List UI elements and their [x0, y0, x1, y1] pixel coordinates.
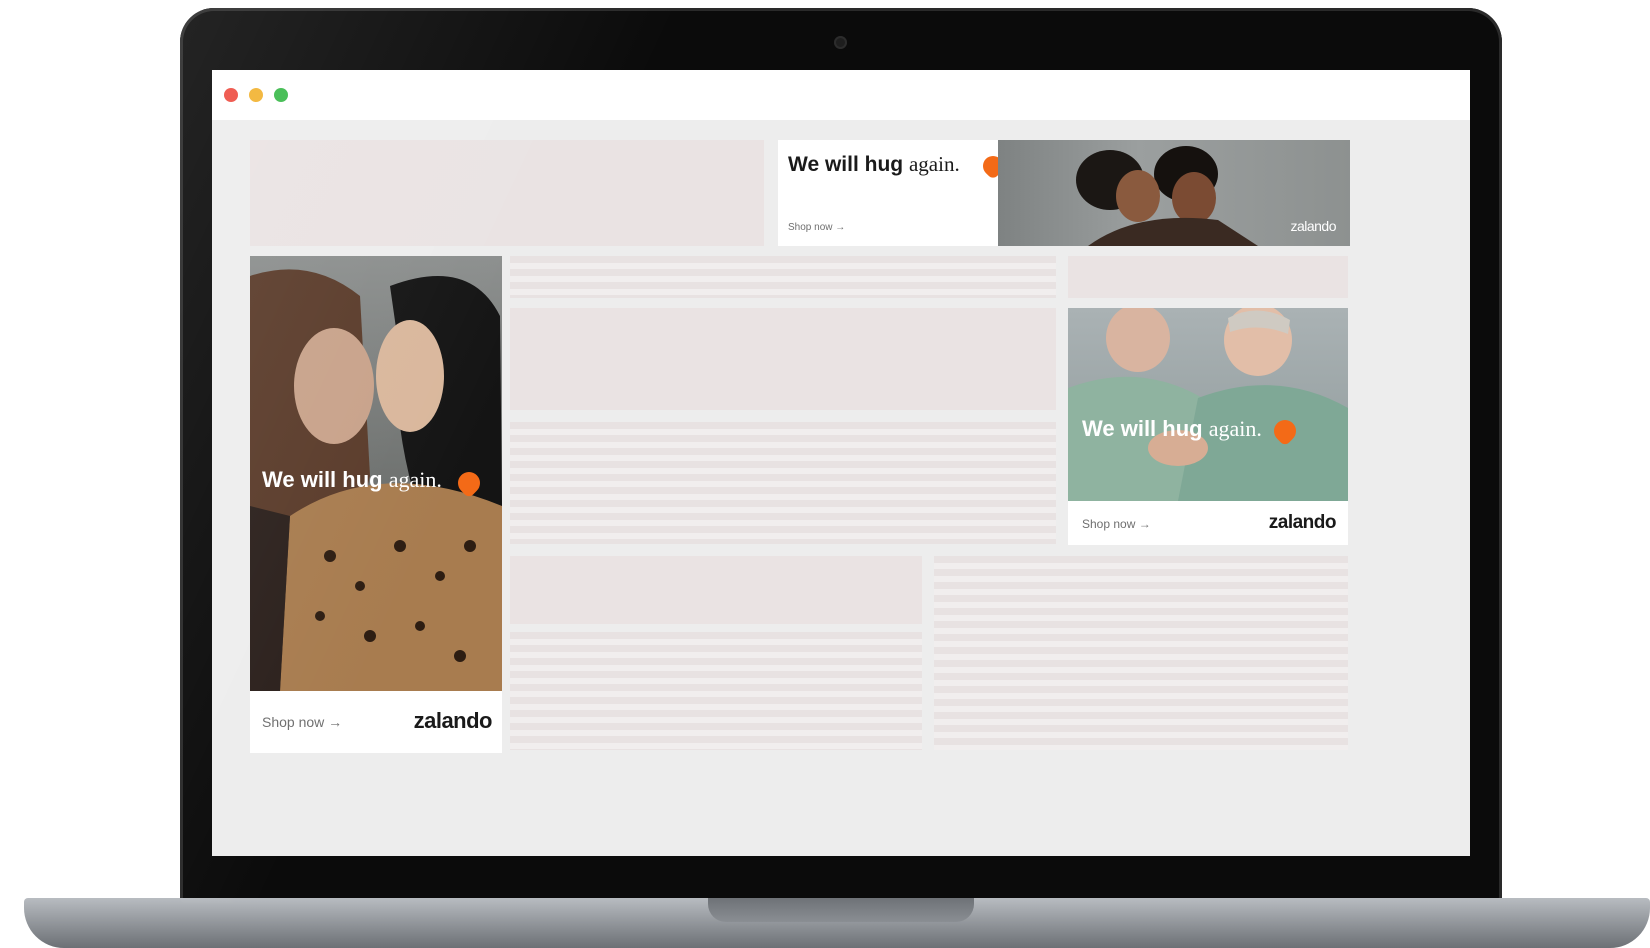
text-placeholder-lines — [934, 556, 1348, 750]
laptop-mockup: We will hug again. Shop now → zalando We… — [0, 0, 1650, 948]
content-placeholder-image — [510, 308, 1056, 410]
elderly-couple-photo — [1068, 308, 1348, 501]
webcam-icon — [834, 36, 847, 49]
browser-titlebar — [212, 70, 1470, 120]
skyscraper-ad[interactable]: We will hug again. Shop now → zalando — [250, 256, 502, 753]
headline-serif: again. — [388, 467, 442, 492]
laptop-notch — [708, 898, 974, 922]
content-placeholder-image — [510, 556, 922, 624]
shop-now-link[interactable]: Shop now → — [1082, 517, 1151, 531]
minimize-window-button[interactable] — [249, 88, 263, 102]
ad-headline: We will hug again. — [788, 152, 960, 177]
headline-bold: We will hug — [1082, 416, 1203, 441]
ad-headline: We will hug again. — [1082, 416, 1262, 442]
content-placeholder-small — [1068, 256, 1348, 298]
headline-bold: We will hug — [262, 467, 383, 492]
zalando-logo: zalando — [1290, 218, 1336, 234]
close-window-button[interactable] — [224, 88, 238, 102]
ad-headline: We will hug again. — [262, 467, 442, 493]
headline-serif: again. — [1208, 416, 1262, 441]
browser-window: We will hug again. Shop now → zalando We… — [212, 70, 1470, 856]
content-placeholder-banner — [250, 140, 764, 246]
text-placeholder-lines — [510, 632, 922, 750]
photo-illustration — [1068, 308, 1348, 501]
zoom-window-button[interactable] — [274, 88, 288, 102]
headline-bold: We will hug — [788, 153, 904, 176]
shop-now-link[interactable]: Shop now → — [788, 222, 845, 233]
headline-serif: again. — [908, 152, 960, 176]
text-placeholder-lines — [510, 256, 1056, 298]
rectangle-ad[interactable]: We will hug again. Shop now → zalando — [1068, 308, 1348, 545]
leaderboard-ad[interactable]: We will hug again. Shop now → zalando — [778, 140, 1350, 246]
zalando-logo: zalando — [413, 708, 493, 733]
text-placeholder-lines — [510, 422, 1056, 544]
shop-now-link[interactable]: Shop now → — [262, 714, 342, 730]
zalando-logo: zalando — [1268, 512, 1337, 533]
